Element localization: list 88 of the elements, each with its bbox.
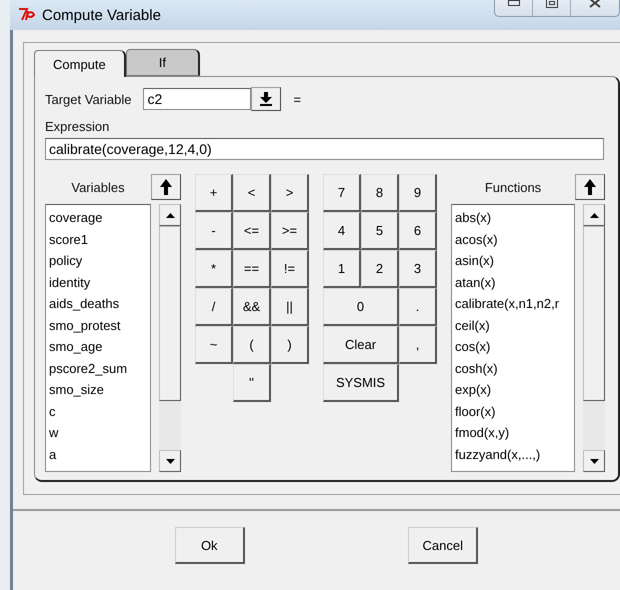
keypad-key[interactable]: ,	[399, 326, 437, 364]
keypad-key[interactable]: ''	[233, 364, 271, 402]
keypad-key[interactable]: .	[399, 288, 437, 326]
list-item[interactable]: smo_size	[49, 379, 147, 400]
keypad-key[interactable]: *	[195, 250, 233, 288]
move-up-button[interactable]	[151, 174, 181, 200]
list-item[interactable]: policy	[49, 250, 147, 272]
list-item[interactable]: smo_age	[49, 336, 147, 358]
keypad-key[interactable]: ==	[233, 250, 271, 288]
scroll-up-button[interactable]	[159, 204, 181, 226]
scrollbar-thumb[interactable]	[583, 226, 605, 401]
keypad-key[interactable]: SYSMIS	[323, 364, 399, 402]
list-item[interactable]: exp(x)	[455, 379, 571, 400]
target-variable-field[interactable]: c2	[143, 88, 252, 110]
scrollbar[interactable]	[159, 204, 181, 472]
minimize-icon	[508, 0, 520, 6]
list-item[interactable]: a	[49, 444, 147, 465]
keypad-key[interactable]: <=	[233, 212, 271, 250]
list-item[interactable]: w	[49, 422, 147, 444]
list-item[interactable]: score1	[49, 228, 147, 250]
list-item[interactable]: identity	[49, 272, 147, 293]
keypad-key[interactable]: 2	[361, 250, 399, 288]
keypad-key[interactable]: 0	[323, 288, 399, 326]
target-variable-label: Target Variable	[45, 92, 132, 106]
list-item[interactable]: aids_deaths	[49, 293, 147, 314]
equals-sign: =	[293, 92, 302, 106]
list-item[interactable]: calibrate(x,n1,n2,r	[455, 293, 571, 314]
list-item[interactable]: floor(x)	[455, 400, 571, 422]
keypad-key[interactable]: !=	[271, 250, 309, 288]
keypad-key[interactable]: <	[233, 174, 271, 212]
scroll-down-button[interactable]	[583, 450, 605, 472]
keypad-key[interactable]: 5	[361, 212, 399, 250]
keypad-key[interactable]: &&	[233, 288, 271, 326]
tab[interactable]: If	[126, 49, 200, 76]
list-item[interactable]: ceil(x)	[455, 314, 571, 336]
keypad-key[interactable]: 3	[399, 250, 437, 288]
list-item[interactable]: cosh(x)	[455, 358, 571, 379]
keypad-key[interactable]: 9	[399, 174, 437, 212]
list-label: Variables	[70, 180, 126, 194]
keypad-key[interactable]: -	[195, 212, 233, 250]
keypad-key[interactable]: 6	[399, 212, 437, 250]
move-up-button[interactable]	[575, 174, 605, 200]
insert-button[interactable]	[251, 87, 282, 111]
keypad-key[interactable]: 8	[361, 174, 399, 212]
keypad-key[interactable]: 1	[323, 250, 361, 288]
scroll-down-icon	[590, 458, 598, 464]
expression-field[interactable]: calibrate(coverage,12,4,0)	[45, 138, 604, 160]
list-item[interactable]: acos(x)	[455, 228, 571, 250]
dialog-button[interactable]: Cancel	[408, 527, 478, 564]
window-title: Compute Variable	[42, 6, 161, 24]
keypad-key[interactable]: +	[195, 174, 233, 212]
list-item[interactable]: pscore2_sum	[49, 358, 147, 379]
list-item[interactable]: asin(x)	[455, 250, 571, 272]
list-item[interactable]: abs(x)	[455, 207, 571, 228]
keypad-key[interactable]: (	[233, 326, 271, 364]
arrow-up-icon	[159, 178, 173, 196]
download-arrow-icon	[259, 92, 274, 106]
arrow-up-icon	[583, 178, 597, 196]
keypad-key[interactable]: >=	[271, 212, 309, 250]
list-label: Functions	[484, 180, 542, 194]
keypad-key[interactable]: 7	[323, 174, 361, 212]
scroll-up-button[interactable]	[583, 204, 605, 226]
scroll-up-icon	[166, 212, 174, 218]
list-item[interactable]: smo_protest	[49, 314, 147, 336]
close-icon	[589, 0, 601, 8]
list-item[interactable]: coverage	[49, 207, 147, 228]
keypad-key[interactable]: )	[271, 326, 309, 364]
scroll-down-icon	[166, 458, 174, 464]
scroll-down-button[interactable]	[159, 450, 181, 472]
scroll-up-icon	[590, 212, 598, 218]
keypad-key[interactable]: >	[271, 174, 309, 212]
list-item[interactable]: cos(x)	[455, 336, 571, 358]
keypad-key[interactable]: Clear	[323, 326, 399, 364]
list-item[interactable]: atan(x)	[455, 272, 571, 293]
app-logo-icon	[18, 6, 36, 24]
list-item[interactable]: c	[49, 400, 147, 422]
tab[interactable]: Compute	[34, 50, 126, 77]
restore-icon	[546, 0, 558, 8]
dialog-button[interactable]: Ok	[174, 527, 245, 564]
expression-label: Expression	[45, 119, 110, 134]
keypad-key[interactable]: ||	[271, 288, 309, 326]
keypad-key[interactable]: /	[195, 288, 233, 326]
keypad-key[interactable]: 4	[323, 212, 361, 250]
keypad-key[interactable]: ~	[195, 326, 233, 364]
list-item[interactable]: fmod(x,y)	[455, 422, 571, 444]
scrollbar[interactable]	[583, 204, 605, 472]
list-item[interactable]: fuzzyand(x,...,)	[455, 444, 571, 465]
scrollbar-thumb[interactable]	[159, 226, 181, 401]
